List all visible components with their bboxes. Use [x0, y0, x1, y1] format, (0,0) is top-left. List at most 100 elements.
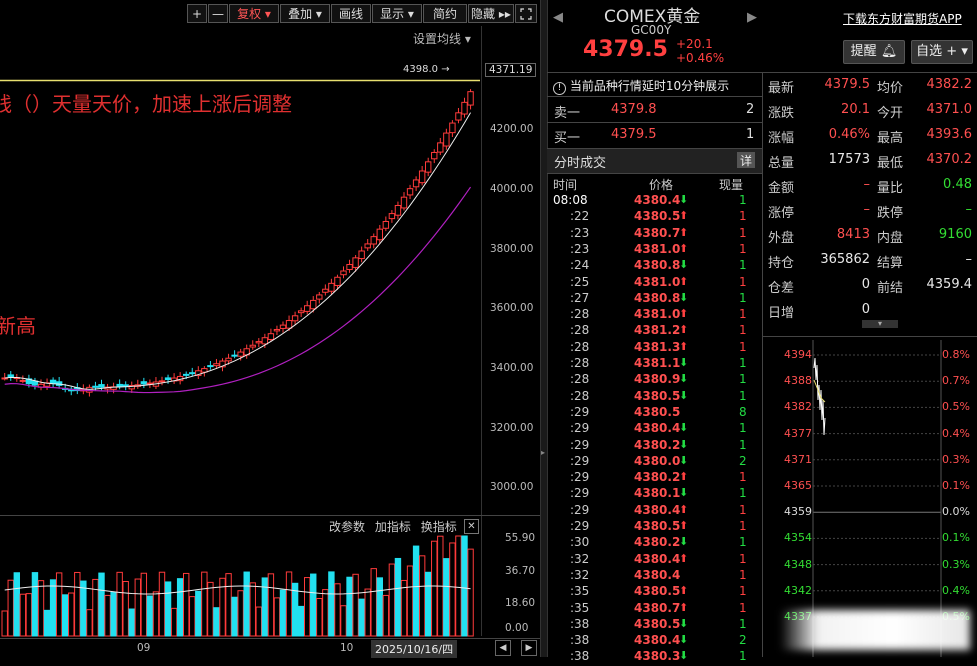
add-indicator-link[interactable]: 加指标 [375, 520, 411, 534]
quote-label: 涨跌 [768, 106, 795, 121]
next-symbol-icon[interactable]: ▶ [747, 10, 757, 25]
trade-time: :32 [570, 567, 590, 582]
intraday-price-tick: 4382 [784, 400, 812, 414]
intraday-price-tick: 4377 [784, 426, 812, 440]
intraday-pct-tick: 0.7% [942, 374, 970, 388]
candle [285, 320, 293, 329]
scroll-left-icon[interactable]: ◀ [495, 640, 511, 656]
scroll-right-icon[interactable]: ▶ [521, 640, 537, 656]
quote-label: 仓差 [768, 281, 795, 296]
volume-bar [352, 573, 359, 637]
trade-price: 4380.4 [634, 633, 681, 648]
simple-mode-button[interactable]: 简约 [423, 4, 467, 23]
trade-price: 4380.4 [634, 421, 681, 436]
trade-price: 4381.2 [634, 323, 681, 338]
switch-indicator-link[interactable]: 换指标 [421, 520, 457, 534]
arrow-down-icon: ⬇ [679, 388, 689, 402]
fuquan-button[interactable]: 复权 ▾ [229, 4, 279, 23]
trade-qty: 1 [739, 535, 747, 550]
quote-label: 量比 [877, 181, 904, 196]
quote-value: – [965, 202, 973, 217]
volume-bar [134, 578, 142, 637]
display-button[interactable]: 显示 ▾ [372, 4, 422, 23]
set-ma-link[interactable]: 设置均线 ▾ [413, 30, 471, 47]
zoom-out-button[interactable]: — [208, 4, 228, 23]
zoom-in-button[interactable]: + [187, 4, 207, 23]
volume-bar [62, 594, 69, 637]
trade-time: :29 [570, 453, 590, 468]
trade-row: :23 4381.0 ⬆ 1 [552, 242, 747, 258]
intraday-pct-tick: 0.5% [942, 400, 970, 414]
price-tick: 3200.00 [490, 422, 534, 434]
trade-time: :29 [570, 502, 590, 517]
trade-time: :27 [570, 290, 590, 305]
trade-price: 4380.7 [634, 600, 681, 615]
sell-1-price: 4379.8 [611, 102, 657, 117]
buy-1-price: 4379.5 [611, 127, 657, 142]
prev-symbol-icon[interactable]: ◀ [553, 10, 563, 25]
arrow-down-icon: ⬇ [679, 437, 689, 451]
trade-qty: 1 [739, 290, 747, 305]
intraday-pct-tick: 0.1% [942, 531, 970, 545]
volume-bar [431, 540, 438, 637]
price-axis-divider [481, 26, 482, 636]
panel-splitter[interactable]: ▸ [540, 0, 548, 657]
kline-panel[interactable]: + — 复权 ▾ 叠加 ▾ 画线 显示 ▾ 简约 隐藏 ▸▸ 设置均线 ▾ 42… [0, 0, 540, 658]
trade-time: :25 [570, 274, 590, 289]
collapse-icon[interactable]: ▸ [541, 448, 547, 457]
quote-collapse-icon[interactable]: ▾ [862, 320, 898, 328]
volume-bar [255, 606, 263, 637]
change-params-link[interactable]: 改参数 [329, 520, 365, 534]
trade-time: :38 [570, 616, 590, 631]
quote-value: 4379.5 [824, 77, 871, 92]
candle [394, 204, 402, 216]
chevron-down-icon: ▾ [264, 7, 271, 21]
trade-price: 4380.4 [634, 551, 681, 566]
volume-bar [98, 572, 105, 637]
fullscreen-button[interactable] [515, 4, 537, 23]
trade-qty: 1 [739, 225, 747, 240]
quote-value: 365862 [820, 252, 870, 267]
trade-qty: 1 [739, 274, 747, 289]
quote-label: 最高 [877, 131, 904, 146]
trade-qty: 1 [739, 356, 747, 370]
trade-qty: 1 [739, 502, 747, 517]
quote-label: 日增 [768, 306, 795, 321]
candle [297, 310, 305, 314]
watchlist-button[interactable]: 自选 + ▾ [911, 40, 973, 64]
volume-bar [297, 605, 305, 637]
volume-bar [225, 573, 232, 637]
volume-bar [1, 610, 8, 637]
candle [455, 112, 462, 121]
volume-bar [243, 571, 250, 637]
hide-button[interactable]: 隐藏 ▸▸ [468, 4, 514, 23]
volume-bar [189, 596, 196, 637]
candle [19, 379, 27, 382]
trade-time: :32 [570, 551, 590, 566]
volume-bar [158, 571, 166, 637]
trade-row: :29 4380.2 ⬆ 1 [552, 470, 747, 486]
alert-button[interactable]: 提醒 🔔︎ [843, 40, 905, 64]
volume-chart[interactable] [0, 535, 480, 637]
quote-value: 17573 [828, 152, 870, 167]
double-chevron-right-icon: ▸▸ [498, 7, 511, 21]
candlestick-chart[interactable] [0, 50, 480, 510]
download-app-link[interactable]: 下载东方财富期货APP [843, 10, 962, 27]
overlay-button[interactable]: 叠加 ▾ [280, 4, 330, 23]
trades-detail-button[interactable]: 详 [737, 152, 755, 168]
volume-bar [394, 557, 402, 637]
trade-price: 4380.5 [634, 388, 681, 403]
buy-1-label: 买一 [554, 131, 581, 146]
trade-qty: 1 [739, 323, 747, 338]
close-icon[interactable]: ✕ [464, 519, 479, 534]
candle [376, 228, 384, 241]
trades-col-qty: 现量 [719, 178, 744, 192]
volume-bar [449, 542, 456, 637]
volume-bar [86, 609, 93, 637]
volume-bar [467, 548, 474, 637]
intraday-price-tick: 4359 [784, 505, 812, 519]
arrow-up-icon: ⬆ [679, 519, 689, 532]
arrow-up-icon: ⬆ [679, 323, 689, 337]
draw-line-button[interactable]: 画线 [331, 4, 371, 23]
volume-bar [74, 571, 81, 637]
